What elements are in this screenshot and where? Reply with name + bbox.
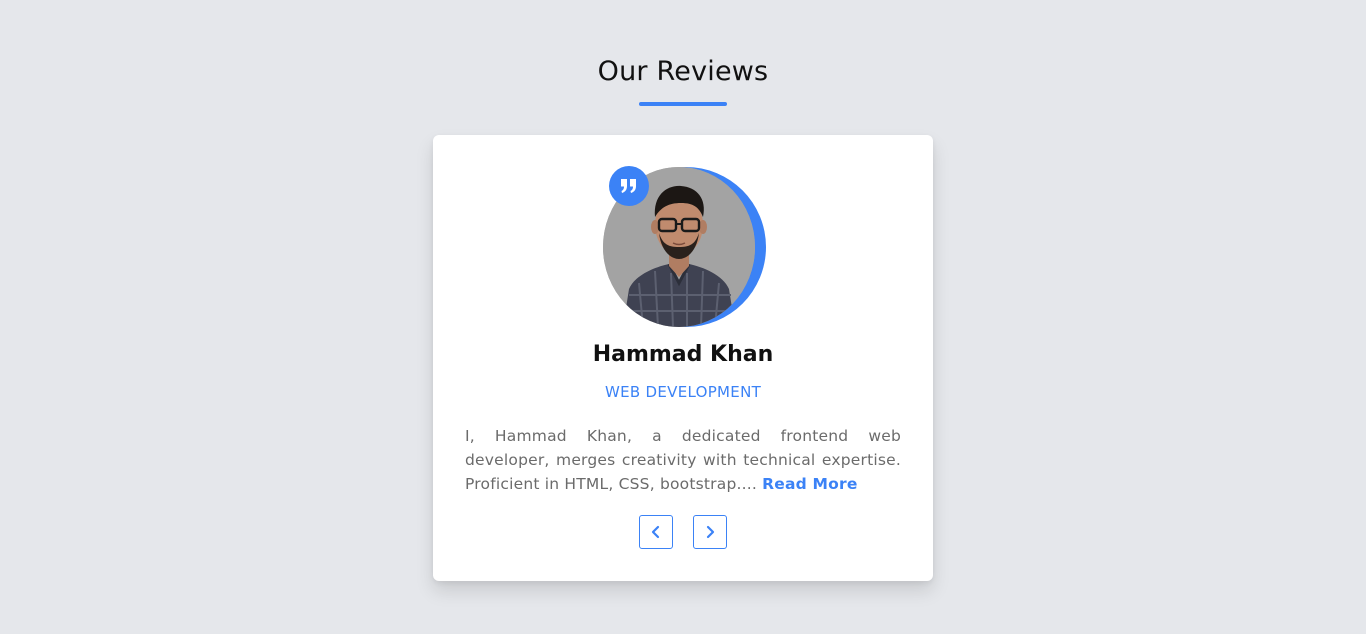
read-more-link[interactable]: Read More: [762, 475, 857, 493]
reviewer-name: Hammad Khan: [592, 342, 774, 367]
previous-review-button[interactable]: [639, 515, 673, 549]
next-review-button[interactable]: [693, 515, 727, 549]
review-text: I, Hammad Khan, a dedicated frontend web…: [465, 424, 901, 496]
section-title: Our Reviews: [597, 56, 769, 87]
chevron-right-icon: [706, 525, 715, 539]
reviewer-role: WEB DEVELOPMENT: [604, 383, 762, 401]
chevron-left-icon: [651, 525, 660, 539]
title-underline: [639, 102, 727, 106]
review-card: Hammad Khan WEB DEVELOPMENT I, Hammad Kh…: [433, 135, 933, 581]
reviews-section: Our Reviews Hammad Khan WEB DEVELOPMENT …: [0, 0, 1366, 634]
quote-icon: [609, 166, 649, 206]
